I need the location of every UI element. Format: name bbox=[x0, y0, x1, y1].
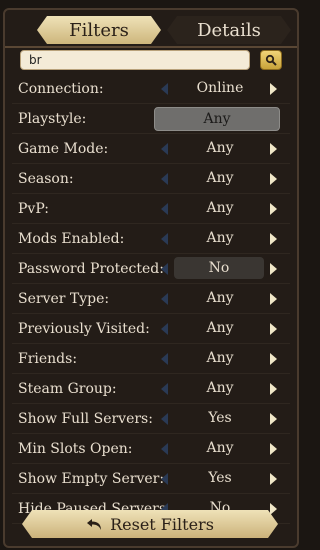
filter-label: Previously Visited: bbox=[18, 320, 150, 337]
arrow-left-icon[interactable] bbox=[158, 321, 170, 337]
filter-value: Any bbox=[206, 290, 234, 306]
filter-label: Connection: bbox=[18, 80, 104, 97]
tab-filters[interactable]: Filters bbox=[37, 16, 161, 44]
filter-value: Online bbox=[196, 80, 244, 96]
filter-value: Any bbox=[206, 350, 234, 366]
arrow-right-icon[interactable] bbox=[268, 291, 280, 307]
filter-row-password-protected: Password Protected: No bbox=[12, 254, 290, 284]
filter-row-friends: Friends: Any bbox=[12, 344, 290, 374]
search-input[interactable]: br bbox=[20, 50, 250, 70]
arrow-right-icon[interactable] bbox=[268, 201, 280, 217]
tab-details-label: Details bbox=[197, 19, 261, 41]
arrow-left-icon[interactable] bbox=[158, 261, 170, 277]
arrow-right-icon[interactable] bbox=[268, 321, 280, 337]
arrow-left-icon[interactable] bbox=[158, 81, 170, 97]
arrow-right-icon[interactable] bbox=[268, 141, 280, 157]
tab-filters-label: Filters bbox=[69, 19, 129, 41]
filter-value: Any bbox=[206, 230, 234, 246]
filter-label: Game Mode: bbox=[18, 140, 109, 157]
filter-label: Server Type: bbox=[18, 290, 110, 307]
arrow-right-icon[interactable] bbox=[268, 261, 280, 277]
filter-row-mods-enabled: Mods Enabled: Any bbox=[12, 224, 290, 254]
search-icon bbox=[265, 51, 277, 70]
arrow-right-icon[interactable] bbox=[268, 351, 280, 367]
filter-row-playstyle: Playstyle: Any bbox=[12, 104, 290, 134]
filter-value: Yes bbox=[208, 470, 232, 486]
filter-value: Any bbox=[206, 380, 234, 396]
filter-row-connection: Connection: Online bbox=[12, 74, 290, 104]
filter-label: Mods Enabled: bbox=[18, 230, 125, 247]
search-value: br bbox=[29, 53, 42, 67]
filter-row-game-mode: Game Mode: Any bbox=[12, 134, 290, 164]
filter-row-steam-group: Steam Group: Any bbox=[12, 374, 290, 404]
arrow-right-icon[interactable] bbox=[268, 231, 280, 247]
arrow-right-icon[interactable] bbox=[268, 471, 280, 487]
arrow-right-icon[interactable] bbox=[268, 81, 280, 97]
filter-row-pvp: PvP: Any bbox=[12, 194, 290, 224]
tab-details[interactable]: Details bbox=[167, 16, 291, 44]
arrow-right-icon[interactable] bbox=[268, 441, 280, 457]
arrow-left-icon[interactable] bbox=[158, 441, 170, 457]
filter-rows: Connection: Online Playstyle: Any Game M… bbox=[12, 74, 290, 524]
search-button[interactable] bbox=[260, 50, 282, 70]
filter-row-min-slots-open: Min Slots Open: Any bbox=[12, 434, 290, 464]
undo-icon bbox=[86, 516, 104, 532]
arrow-left-icon[interactable] bbox=[158, 381, 170, 397]
arrow-left-icon[interactable] bbox=[158, 411, 170, 427]
filter-value[interactable]: Any bbox=[154, 107, 280, 131]
filter-value: No bbox=[174, 257, 264, 279]
filter-value: Any bbox=[206, 440, 234, 456]
filter-label: Playstyle: bbox=[18, 110, 87, 127]
arrow-left-icon[interactable] bbox=[158, 351, 170, 367]
filter-row-server-type: Server Type: Any bbox=[12, 284, 290, 314]
reset-filters-button[interactable]: Reset Filters bbox=[22, 510, 278, 538]
arrow-left-icon[interactable] bbox=[158, 291, 170, 307]
filter-label: Show Empty Server: bbox=[18, 470, 165, 487]
filter-label: Min Slots Open: bbox=[18, 440, 133, 457]
tab-bar: Filters Details bbox=[15, 16, 299, 44]
filter-label: Show Full Servers: bbox=[18, 410, 153, 427]
arrow-left-icon[interactable] bbox=[158, 171, 170, 187]
arrow-left-icon[interactable] bbox=[158, 141, 170, 157]
filter-row-show-full-servers: Show Full Servers: Yes bbox=[12, 404, 290, 434]
filter-row-season: Season: Any bbox=[12, 164, 290, 194]
arrow-left-icon[interactable] bbox=[158, 231, 170, 247]
filter-value: Any bbox=[206, 200, 234, 216]
arrow-left-icon[interactable] bbox=[158, 201, 170, 217]
arrow-right-icon[interactable] bbox=[268, 381, 280, 397]
filter-row-show-empty-server: Show Empty Server: Yes bbox=[12, 464, 290, 494]
filter-label: Friends: bbox=[18, 350, 78, 367]
arrow-left-icon[interactable] bbox=[158, 471, 170, 487]
filter-value: Yes bbox=[208, 410, 232, 426]
filter-label: Steam Group: bbox=[18, 380, 117, 397]
filter-value: Any bbox=[206, 140, 234, 156]
arrow-right-icon[interactable] bbox=[268, 411, 280, 427]
filter-label: PvP: bbox=[18, 200, 49, 217]
filter-value: Any bbox=[206, 320, 234, 336]
arrow-right-icon[interactable] bbox=[268, 171, 280, 187]
filter-row-previously-visited: Previously Visited: Any bbox=[12, 314, 290, 344]
reset-filters-label: Reset Filters bbox=[110, 514, 214, 534]
filter-label: Password Protected: bbox=[18, 260, 164, 277]
filter-label: Season: bbox=[18, 170, 74, 187]
filter-value: Any bbox=[206, 170, 234, 186]
tab-divider bbox=[5, 46, 297, 48]
